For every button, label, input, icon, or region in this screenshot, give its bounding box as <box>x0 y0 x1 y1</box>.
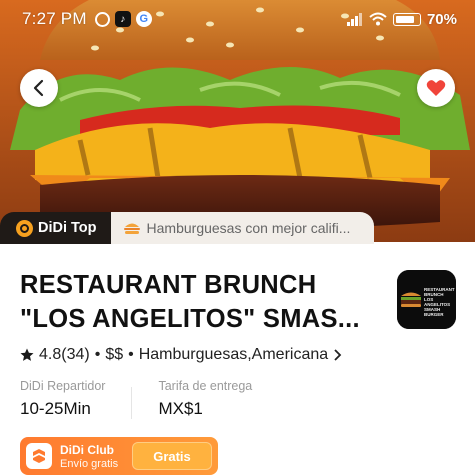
didi-club-banner[interactable]: DiDi Club Envío gratis Gratis <box>20 437 218 475</box>
store-name: RESTAURANT BRUNCH "LOS ANGELITOS" SMAS..… <box>20 271 360 333</box>
star-icon <box>20 348 34 361</box>
wifi-icon <box>369 12 387 26</box>
divider <box>131 387 133 419</box>
google-notification-icon: G <box>135 11 152 27</box>
tags-row: DiDi Top Hamburguesas con mejor califi..… <box>0 212 374 244</box>
battery-icon <box>392 12 421 26</box>
separator-dot: • <box>94 346 101 363</box>
status-bar: 7:27 PM ♪ G 70% <box>0 0 475 38</box>
delivery-time: 10-25Min <box>20 399 91 418</box>
store-logo: RESTAURANT BRUNCH LOS ANGELITOS SMASH BU… <box>397 270 456 329</box>
didi-top-badge[interactable]: DiDi Top <box>0 212 111 244</box>
store-categories: Hamburguesas,Americana <box>138 346 329 363</box>
delivery-fee: MX$1 <box>158 399 203 418</box>
rating-value: 4.8 <box>39 346 62 363</box>
ranking-label: Hamburguesas con mejor califi... <box>146 220 351 236</box>
separator-dot: • <box>128 346 134 363</box>
status-time: 7:27 PM <box>22 9 87 28</box>
fee-label: Tarifa de entrega <box>158 379 253 393</box>
chevron-left-icon <box>33 79 44 97</box>
battery-percent: 70% <box>426 10 457 28</box>
courier-label: DiDi Repartidor <box>20 379 106 393</box>
rating-count: (34) <box>61 346 90 363</box>
status-ring-icon <box>94 11 110 27</box>
courier-info: DiDi Repartidor 10-25Min <box>20 379 105 419</box>
price-level: $$ <box>105 346 124 363</box>
club-title: DiDi Club <box>60 442 114 457</box>
club-subtitle: Envío gratis <box>60 457 119 470</box>
logo-text: RESTAURANT BRUNCH LOS ANGELITOS SMASH BU… <box>424 287 455 317</box>
didi-top-icon <box>16 219 33 237</box>
didi-club-icon <box>26 443 52 469</box>
signal-icon <box>346 12 362 26</box>
ranking-tag[interactable]: Hamburguesas con mejor califi... <box>110 212 374 244</box>
back-button[interactable] <box>20 69 58 107</box>
delivery-info: DiDi Repartidor 10-25Min Tarifa de entre… <box>20 379 252 419</box>
tiktok-notification-icon: ♪ <box>114 11 131 27</box>
fee-info: Tarifa de entrega MX$1 <box>158 379 252 419</box>
chevron-right-icon <box>334 349 342 361</box>
didi-top-label: DiDi Top <box>38 220 97 236</box>
burger-icon <box>123 223 140 234</box>
club-free-button[interactable]: Gratis <box>132 442 212 470</box>
heart-icon <box>426 80 446 96</box>
store-info-card: RESTAURANT BRUNCH "LOS ANGELITOS" SMAS..… <box>0 244 475 475</box>
rating-row[interactable]: 4.8 (34) • $$ • Hamburguesas,Americana <box>20 346 343 364</box>
favorite-button[interactable] <box>417 69 455 107</box>
